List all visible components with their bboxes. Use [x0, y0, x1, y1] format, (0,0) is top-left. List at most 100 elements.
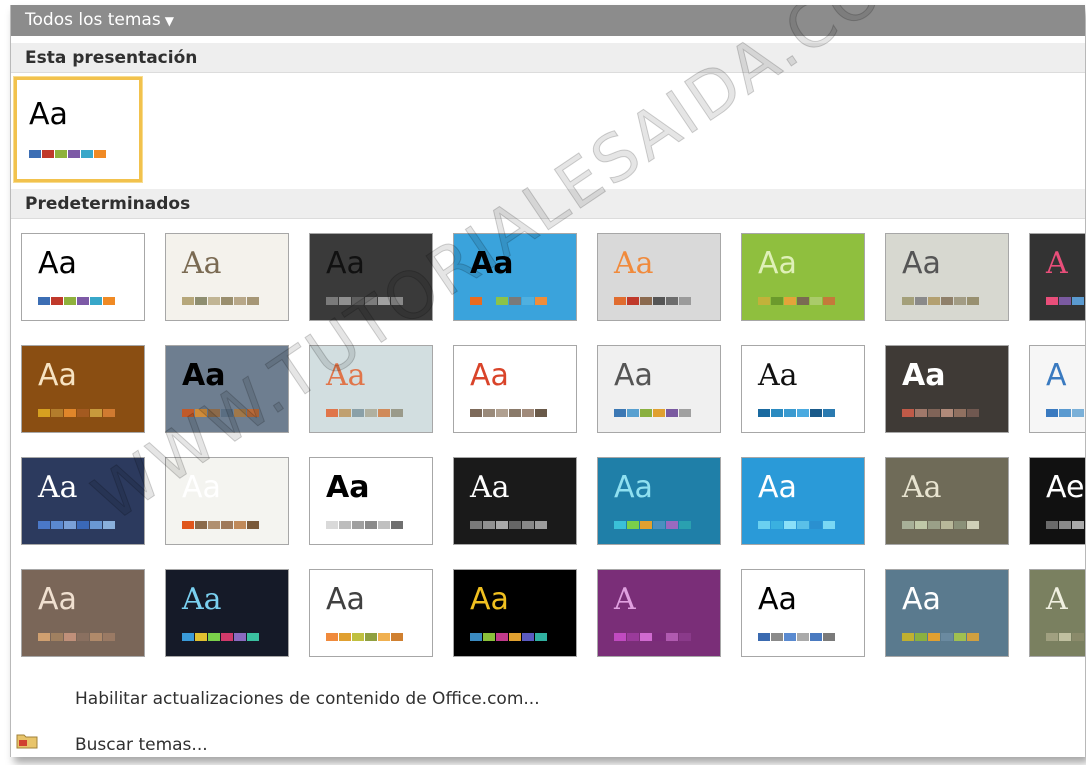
theme-thumbnail[interactable]: Aa	[453, 457, 577, 545]
theme-thumbnail[interactable]: Aa	[741, 569, 865, 657]
color-swatch	[496, 521, 508, 529]
theme-thumbnail[interactable]: Aa	[597, 457, 721, 545]
theme-thumbnail[interactable]: Aa	[885, 233, 1009, 321]
color-swatch	[38, 297, 50, 305]
color-swatch	[627, 297, 639, 305]
color-swatch	[55, 150, 67, 158]
theme-thumbnail[interactable]: Aa	[741, 233, 865, 321]
color-swatch	[653, 409, 665, 417]
color-swatch	[915, 409, 927, 417]
theme-thumbnail[interactable]: Aa	[885, 457, 1009, 545]
theme-thumbnail[interactable]: A	[1029, 569, 1085, 657]
theme-thumbnail[interactable]: A	[1029, 345, 1085, 433]
color-swatch	[64, 409, 76, 417]
theme-thumbnail[interactable]: A	[1029, 233, 1085, 321]
color-swatch	[90, 521, 102, 529]
theme-swatches	[614, 521, 692, 529]
theme-thumbnail[interactable]: Aa	[453, 569, 577, 657]
theme-preview-text: Aa	[326, 582, 365, 617]
theme-thumbnail[interactable]: Aa	[21, 569, 145, 657]
color-swatch	[679, 297, 691, 305]
theme-swatches	[902, 521, 980, 529]
color-swatch	[928, 297, 940, 305]
theme-thumbnail[interactable]: A	[597, 569, 721, 657]
color-swatch	[614, 297, 626, 305]
color-swatch	[902, 297, 914, 305]
theme-thumbnail[interactable]: Aa	[165, 569, 289, 657]
color-swatch	[784, 521, 796, 529]
color-swatch	[51, 521, 63, 529]
theme-thumbnail[interactable]: Aa	[741, 345, 865, 433]
current-theme-thumbnail[interactable]: Aa	[14, 77, 142, 182]
theme-swatches	[902, 297, 980, 305]
color-swatch	[1072, 409, 1084, 417]
theme-thumbnail[interactable]: Aa	[309, 569, 433, 657]
color-swatch	[326, 409, 338, 417]
color-swatch	[195, 297, 207, 305]
color-swatch	[247, 521, 259, 529]
color-swatch	[352, 409, 364, 417]
theme-swatches	[470, 409, 548, 417]
color-swatch	[771, 297, 783, 305]
theme-preview-text: Aa	[614, 358, 653, 393]
current-theme-aa: Aa	[29, 97, 68, 132]
enable-office-updates-link[interactable]: Habilitar actualizaciones de contenido d…	[75, 689, 540, 709]
color-swatch	[758, 633, 770, 641]
theme-thumbnail[interactable]: Aa	[453, 345, 577, 433]
theme-preview-text: Aa	[902, 358, 946, 393]
color-swatch	[103, 409, 115, 417]
dropdown-arrow-icon[interactable]: ▼	[165, 14, 174, 28]
color-swatch	[810, 633, 822, 641]
search-themes-link[interactable]: Buscar temas...	[75, 735, 208, 755]
theme-thumbnail[interactable]: Aa	[597, 233, 721, 321]
color-swatch	[391, 633, 403, 641]
color-swatch	[915, 633, 927, 641]
color-swatch	[326, 521, 338, 529]
color-swatch	[68, 150, 80, 158]
theme-thumbnail[interactable]: Aa	[885, 569, 1009, 657]
color-swatch	[94, 150, 106, 158]
color-swatch	[1059, 521, 1071, 529]
color-swatch	[640, 633, 652, 641]
color-swatch	[1059, 409, 1071, 417]
color-swatch	[666, 633, 678, 641]
theme-thumbnail[interactable]: Aa	[21, 233, 145, 321]
theme-preview-text: A	[1046, 358, 1067, 393]
color-swatch	[535, 633, 547, 641]
color-swatch	[627, 521, 639, 529]
theme-preview-text: A	[1046, 246, 1068, 281]
color-swatch	[208, 633, 220, 641]
theme-thumbnail[interactable]: Aa	[21, 345, 145, 433]
theme-thumbnail[interactable]: Aa	[165, 233, 289, 321]
theme-swatches	[38, 409, 116, 417]
all-themes-header[interactable]: Todos los temas ▼	[11, 5, 1085, 36]
color-swatch	[90, 409, 102, 417]
color-swatch	[103, 297, 115, 305]
theme-thumbnail[interactable]: Aa	[597, 345, 721, 433]
color-swatch	[810, 297, 822, 305]
theme-thumbnail[interactable]: Aa	[309, 457, 433, 545]
theme-swatches	[902, 409, 980, 417]
color-swatch	[954, 521, 966, 529]
color-swatch	[339, 521, 351, 529]
theme-preview-text: Aa	[614, 246, 654, 281]
color-swatch	[614, 633, 626, 641]
color-swatch	[758, 521, 770, 529]
color-swatch	[378, 633, 390, 641]
color-swatch	[797, 521, 809, 529]
color-swatch	[221, 297, 233, 305]
theme-thumbnail[interactable]: Ae	[1029, 457, 1085, 545]
theme-preview-text: Aa	[38, 358, 77, 393]
theme-swatches	[182, 633, 260, 641]
color-swatch	[954, 409, 966, 417]
color-swatch	[339, 409, 351, 417]
theme-swatches	[182, 521, 260, 529]
color-swatch	[234, 297, 246, 305]
theme-thumbnail[interactable]: Aa	[885, 345, 1009, 433]
color-swatch	[666, 521, 678, 529]
theme-thumbnail[interactable]: Aa	[741, 457, 865, 545]
color-swatch	[797, 633, 809, 641]
color-swatch	[915, 297, 927, 305]
theme-swatches	[614, 633, 692, 641]
color-swatch	[509, 521, 521, 529]
